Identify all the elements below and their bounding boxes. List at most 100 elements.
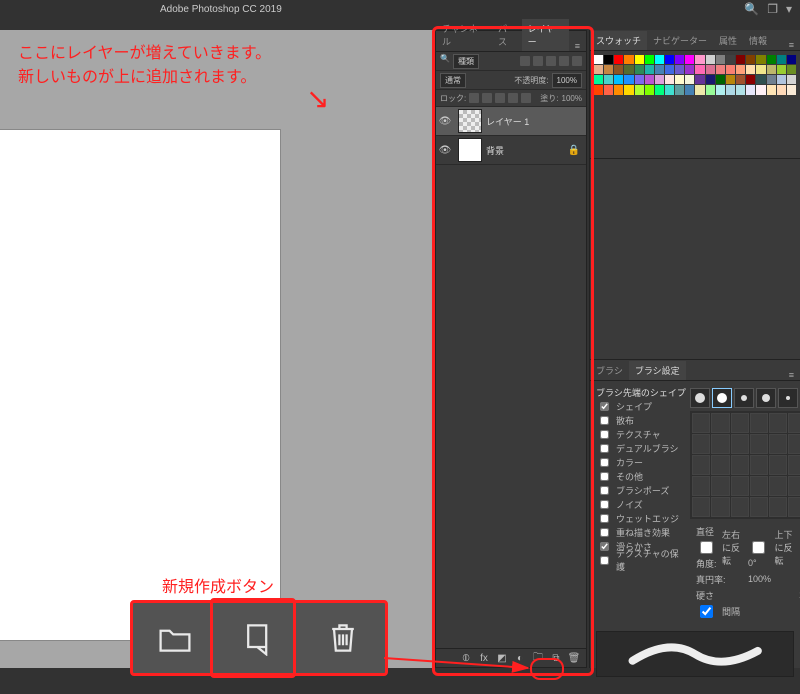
brush-tip[interactable] xyxy=(756,388,776,408)
more-icon[interactable]: ▾ xyxy=(786,2,792,16)
tab-info[interactable]: 情報 xyxy=(743,31,773,50)
swatch[interactable] xyxy=(665,65,674,74)
swatch[interactable] xyxy=(695,55,704,64)
document-canvas[interactable] xyxy=(0,130,280,640)
opt-texture[interactable]: テクスチャ xyxy=(616,428,661,441)
opt-buildup-check[interactable] xyxy=(600,528,609,537)
swatch[interactable] xyxy=(756,85,765,94)
swatch[interactable] xyxy=(675,65,684,74)
swatch[interactable] xyxy=(655,85,664,94)
tab-brush[interactable]: ブラシ xyxy=(590,361,629,380)
swatch[interactable] xyxy=(685,55,694,64)
swatch[interactable] xyxy=(675,85,684,94)
roundness-value[interactable]: 100% xyxy=(748,574,771,584)
brush-preset[interactable] xyxy=(692,434,710,454)
swatch[interactable] xyxy=(665,55,674,64)
swatch[interactable] xyxy=(685,65,694,74)
opt-protect-check[interactable] xyxy=(600,556,609,565)
brush-preset[interactable] xyxy=(750,497,768,517)
opt-shape-check[interactable] xyxy=(600,402,609,411)
layer-name[interactable]: 背景 xyxy=(486,144,504,157)
flip-x-check[interactable] xyxy=(700,541,713,554)
fill-value[interactable]: 100% xyxy=(562,94,582,103)
swatch[interactable] xyxy=(695,75,704,84)
lock-all-icon[interactable] xyxy=(521,93,531,103)
brush-preset[interactable] xyxy=(692,476,710,496)
brush-preset[interactable] xyxy=(692,497,710,517)
swatch[interactable] xyxy=(624,85,633,94)
brush-preset[interactable] xyxy=(750,476,768,496)
panel-menu-icon[interactable]: ≡ xyxy=(783,370,800,380)
swatch[interactable] xyxy=(767,65,776,74)
tab-channels[interactable]: チャンネル xyxy=(436,19,492,51)
opt-noise-check[interactable] xyxy=(600,500,609,509)
brush-tip-shape-label[interactable]: ブラシ先端のシェイプ xyxy=(596,385,686,399)
filter-shape-icon[interactable] xyxy=(559,56,569,66)
brush-preset[interactable] xyxy=(731,434,749,454)
swatch[interactable] xyxy=(746,85,755,94)
swatch[interactable] xyxy=(655,65,664,74)
layer-filter-kind[interactable]: 種類 xyxy=(453,54,479,69)
opt-scatter[interactable]: 散布 xyxy=(616,414,634,427)
swatch[interactable] xyxy=(746,75,755,84)
opt-wet-check[interactable] xyxy=(600,514,609,523)
brush-preset[interactable] xyxy=(692,413,710,433)
swatch[interactable] xyxy=(777,65,786,74)
swatch[interactable] xyxy=(665,75,674,84)
layer-name[interactable]: レイヤー 1 xyxy=(486,115,529,128)
swatch[interactable] xyxy=(614,75,623,84)
opt-dual[interactable]: デュアルブラシ xyxy=(616,442,679,455)
opt-protect[interactable]: テクスチャの保護 xyxy=(616,547,686,573)
swatch[interactable] xyxy=(736,75,745,84)
opacity-value[interactable]: 100% xyxy=(552,73,582,88)
workspace-icon[interactable]: ❐ xyxy=(767,2,778,16)
brush-preset[interactable] xyxy=(711,497,729,517)
delete-layer-icon[interactable]: 🗑 xyxy=(568,652,580,664)
swatch[interactable] xyxy=(726,85,735,94)
swatch[interactable] xyxy=(706,55,715,64)
brush-preset[interactable] xyxy=(788,455,800,475)
swatch[interactable] xyxy=(604,85,613,94)
lock-icon[interactable]: 🔒 xyxy=(568,145,580,156)
swatch[interactable] xyxy=(655,55,664,64)
swatch[interactable] xyxy=(675,55,684,64)
swatch[interactable] xyxy=(695,85,704,94)
brush-preset[interactable] xyxy=(788,497,800,517)
brush-preset[interactable] xyxy=(769,497,787,517)
adjustment-icon[interactable]: ◐ xyxy=(514,652,526,664)
swatch[interactable] xyxy=(736,85,745,94)
swatch[interactable] xyxy=(594,85,603,94)
opt-noise[interactable]: ノイズ xyxy=(616,498,643,511)
swatch[interactable] xyxy=(604,65,613,74)
swatch[interactable] xyxy=(777,75,786,84)
swatch[interactable] xyxy=(767,85,776,94)
swatch[interactable] xyxy=(614,85,623,94)
brush-preset[interactable] xyxy=(731,455,749,475)
swatch[interactable] xyxy=(695,65,704,74)
swatch[interactable] xyxy=(736,65,745,74)
swatch[interactable] xyxy=(767,55,776,64)
swatch[interactable] xyxy=(655,75,664,84)
swatch[interactable] xyxy=(706,75,715,84)
swatch[interactable] xyxy=(736,55,745,64)
swatch[interactable] xyxy=(645,65,654,74)
brush-preset[interactable] xyxy=(769,476,787,496)
new-layer-icon[interactable]: ⧉ xyxy=(550,652,562,664)
swatch[interactable] xyxy=(716,55,725,64)
swatch[interactable] xyxy=(756,55,765,64)
swatch[interactable] xyxy=(645,55,654,64)
layer-thumb[interactable] xyxy=(458,109,482,133)
visibility-icon[interactable]: 👁 xyxy=(436,116,454,127)
swatch[interactable] xyxy=(645,85,654,94)
spacing-check[interactable] xyxy=(700,605,713,618)
swatch[interactable] xyxy=(706,85,715,94)
brush-preset[interactable] xyxy=(769,413,787,433)
brush-preset[interactable] xyxy=(711,455,729,475)
tab-swatches[interactable]: スウォッチ xyxy=(590,31,647,50)
swatch[interactable] xyxy=(635,65,644,74)
brush-preset[interactable] xyxy=(731,497,749,517)
opt-scatter-check[interactable] xyxy=(600,416,609,425)
brush-tip[interactable] xyxy=(778,388,798,408)
swatch[interactable] xyxy=(706,65,715,74)
swatch[interactable] xyxy=(675,75,684,84)
